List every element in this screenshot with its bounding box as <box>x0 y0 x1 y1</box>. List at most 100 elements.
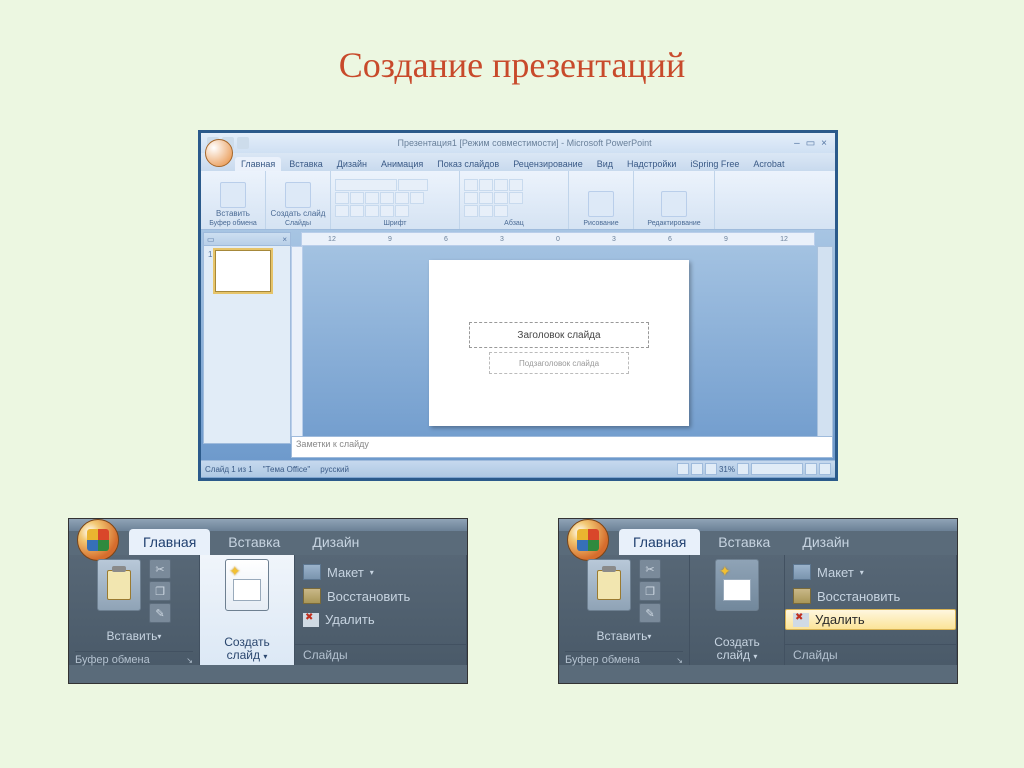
paste-button-zoom[interactable] <box>587 559 631 611</box>
tab-design[interactable]: Дизайн <box>331 157 373 171</box>
dialog-launcher-icon[interactable]: ↘ <box>186 656 193 665</box>
tab-addins[interactable]: Надстройки <box>621 157 682 171</box>
zoom-fit-icon[interactable] <box>819 463 831 475</box>
view-normal-icon[interactable] <box>677 463 689 475</box>
columns-button[interactable] <box>479 205 493 217</box>
paste-button-zoom[interactable] <box>97 559 141 611</box>
align-right-button[interactable] <box>494 192 508 204</box>
format-painter-icon[interactable]: ✎ <box>149 603 171 623</box>
newslide-label-zoom: Создатьслайд ▾ <box>224 635 270 663</box>
view-show-icon[interactable] <box>705 463 717 475</box>
indent-dec-button[interactable] <box>494 179 508 191</box>
indent-inc-button[interactable] <box>509 179 523 191</box>
tab-view[interactable]: Вид <box>591 157 619 171</box>
panel-tab-icon[interactable]: ▭ <box>207 235 215 244</box>
newslide-button-zoom[interactable]: ✦ <box>715 559 759 611</box>
office-button[interactable] <box>205 139 233 167</box>
line-spacing-button[interactable] <box>464 205 478 217</box>
office-button-zoom[interactable] <box>77 519 119 561</box>
view-sorter-icon[interactable] <box>691 463 703 475</box>
office-button-zoom[interactable] <box>567 519 609 561</box>
cut-icon[interactable]: ✂ <box>149 559 171 579</box>
scrollbar-vertical[interactable] <box>817 246 833 440</box>
tab-insert[interactable]: Вставка <box>283 157 328 171</box>
spacing-button[interactable] <box>410 192 424 204</box>
numbering-button[interactable] <box>479 179 493 191</box>
color-button[interactable] <box>395 205 409 217</box>
group-paragraph: Абзац <box>460 171 569 229</box>
font-combo[interactable] <box>335 179 397 191</box>
underline-button[interactable] <box>365 192 379 204</box>
slides-group-label: Слайды <box>295 644 466 665</box>
zoom-slider[interactable] <box>751 463 803 475</box>
tab-acrobat[interactable]: Acrobat <box>747 157 790 171</box>
zoom-tabs: Главная Вставка Дизайн <box>69 525 467 555</box>
cut-icon[interactable]: ✂ <box>639 559 661 579</box>
tab-design[interactable]: Дизайн <box>788 529 863 555</box>
slide-canvas[interactable]: Заголовок слайда Подзаголовок слайда <box>429 260 689 426</box>
format-painter-icon[interactable]: ✎ <box>639 603 661 623</box>
slide-thumb-1[interactable]: 1 <box>204 246 290 296</box>
zoom-out-icon[interactable] <box>737 463 749 475</box>
menu-layout[interactable]: Макет ▾ <box>295 561 466 583</box>
subtitle-placeholder[interactable]: Подзаголовок слайда <box>489 352 629 374</box>
newslide-button-zoom[interactable]: ✦ <box>225 559 269 611</box>
tab-animation[interactable]: Анимация <box>375 157 429 171</box>
group-slides-menu: Макет ▾ Восстановить Удалить Слайды <box>295 555 467 665</box>
notes-pane[interactable]: Заметки к слайду <box>291 436 833 458</box>
tab-design[interactable]: Дизайн <box>298 529 373 555</box>
title-placeholder[interactable]: Заголовок слайда <box>469 322 649 348</box>
size-combo[interactable] <box>398 179 428 191</box>
justify-button[interactable] <box>509 192 523 204</box>
clear-button[interactable] <box>335 205 349 217</box>
menu-restore[interactable]: Восстановить <box>295 585 466 607</box>
copy-icon[interactable]: ❐ <box>149 581 171 601</box>
drawing-button[interactable] <box>588 191 614 217</box>
zoom-in-icon[interactable] <box>805 463 817 475</box>
dir-button[interactable] <box>494 205 508 217</box>
tab-home[interactable]: Главная <box>235 157 281 171</box>
close-icon[interactable]: × <box>821 138 827 149</box>
bullets-button[interactable] <box>464 179 478 191</box>
menu-delete-hover[interactable]: Удалить <box>785 609 956 630</box>
editing-button[interactable] <box>661 191 687 217</box>
paste-button[interactable] <box>220 182 246 208</box>
newslide-button[interactable] <box>285 182 311 208</box>
slides-label: Слайды <box>285 220 311 227</box>
tab-review[interactable]: Рецензирование <box>507 157 589 171</box>
align-left-button[interactable] <box>464 192 478 204</box>
panel-close-icon[interactable]: × <box>282 235 287 244</box>
clipboard-label-zoom: Буфер обмена <box>565 654 640 666</box>
tab-ispring[interactable]: iSpring Free <box>684 157 745 171</box>
minimize-icon[interactable]: – <box>794 138 800 149</box>
workspace: ▭ × 1 12 9 6 3 0 3 6 9 12 Заголовок слай… <box>201 230 835 460</box>
slide-panel-header: ▭ × <box>204 233 290 246</box>
dialog-launcher-icon[interactable]: ↘ <box>676 656 683 665</box>
grow-button[interactable] <box>365 205 379 217</box>
newslide-label-zoom: Создатьслайд ▾ <box>714 635 760 663</box>
menu-delete[interactable]: Удалить <box>295 609 466 630</box>
shadow-button[interactable] <box>395 192 409 204</box>
italic-button[interactable] <box>350 192 364 204</box>
menu-layout[interactable]: Макет ▾ <box>785 561 956 583</box>
copy-icon[interactable]: ❐ <box>639 581 661 601</box>
strike-button[interactable] <box>380 192 394 204</box>
tab-home[interactable]: Главная <box>129 529 210 555</box>
tab-insert[interactable]: Вставка <box>704 529 784 555</box>
tab-home[interactable]: Главная <box>619 529 700 555</box>
group-newslide-zoom: ✦ Создатьслайд ▾ <box>690 555 785 665</box>
window-title: Презентация1 [Режим совместимости] - Mic… <box>255 138 794 148</box>
shrink-button[interactable] <box>380 205 394 217</box>
redo-icon[interactable] <box>237 137 249 149</box>
ruler-vertical <box>291 246 303 444</box>
paste-label-zoom: Вставить ▾ <box>107 623 162 651</box>
align-center-button[interactable] <box>479 192 493 204</box>
menu-restore[interactable]: Восстановить <box>785 585 956 607</box>
tab-insert[interactable]: Вставка <box>214 529 294 555</box>
case-button[interactable] <box>350 205 364 217</box>
tab-slideshow[interactable]: Показ слайдов <box>431 157 505 171</box>
maximize-icon[interactable]: ▭ <box>806 138 815 149</box>
bold-button[interactable] <box>335 192 349 204</box>
ribbon-body: Вставить Буфер обмена Создать слайд Слай… <box>201 171 835 230</box>
thumb-preview <box>215 250 271 292</box>
